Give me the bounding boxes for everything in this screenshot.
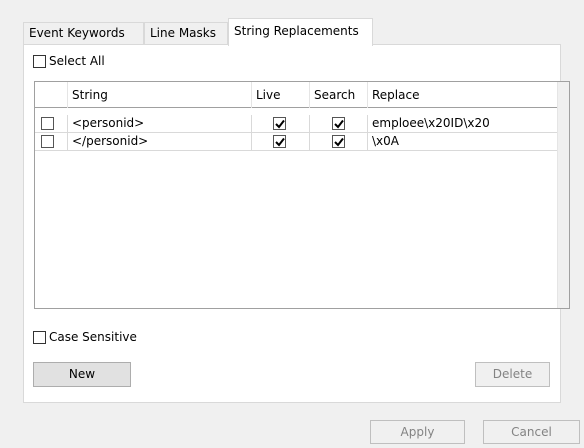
tab-line-masks[interactable]: Line Masks: [144, 22, 228, 44]
tab-event-keywords[interactable]: Event Keywords: [23, 22, 144, 44]
tab-string-replacements-label: String Replacements: [234, 24, 359, 38]
case-sensitive-checkbox[interactable]: [33, 331, 46, 344]
search-checkbox[interactable]: [332, 117, 345, 130]
tab-line-masks-label: Line Masks: [150, 26, 216, 40]
column-header-replace[interactable]: Replace: [368, 82, 557, 108]
column-header-search[interactable]: Search: [310, 82, 368, 108]
string-cell[interactable]: </personid>: [68, 133, 252, 150]
column-header-select: [35, 82, 68, 108]
string-replacements-grid[interactable]: String Live Search Replace <personid> em…: [34, 81, 570, 309]
select-all-label: Select All: [49, 54, 105, 68]
search-checkbox[interactable]: [332, 135, 345, 148]
row-select-checkbox[interactable]: [41, 117, 54, 130]
replace-cell[interactable]: emploee\x20ID\x20: [368, 115, 557, 132]
column-header-live[interactable]: Live: [252, 82, 310, 108]
grid-header: String Live Search Replace: [35, 82, 557, 108]
live-checkbox[interactable]: [273, 135, 286, 148]
live-cell: [252, 115, 310, 132]
delete-button[interactable]: Delete: [475, 362, 550, 387]
cancel-button[interactable]: Cancel: [483, 420, 580, 444]
checkmark-icon: [334, 137, 344, 147]
checkmark-icon: [275, 137, 285, 147]
row-select-cell: [35, 115, 68, 132]
grid-vertical-scrollbar[interactable]: [557, 82, 569, 308]
live-cell: [252, 133, 310, 150]
tab-string-replacements[interactable]: String Replacements: [228, 18, 373, 46]
row-select-checkbox[interactable]: [41, 135, 54, 148]
search-cell: [310, 133, 368, 150]
new-button[interactable]: New: [33, 362, 131, 387]
checkmark-icon: [334, 119, 344, 129]
string-cell[interactable]: <personid>: [68, 115, 252, 132]
case-sensitive-label: Case Sensitive: [49, 330, 137, 344]
tab-event-keywords-label: Event Keywords: [29, 26, 125, 40]
live-checkbox[interactable]: [273, 117, 286, 130]
table-row[interactable]: </personid> \x0A: [35, 133, 557, 151]
search-cell: [310, 115, 368, 132]
checkmark-icon: [275, 119, 285, 129]
select-all-checkbox[interactable]: [33, 55, 46, 68]
apply-button[interactable]: Apply: [370, 420, 465, 444]
row-select-cell: [35, 133, 68, 150]
replace-cell[interactable]: \x0A: [368, 133, 557, 150]
column-header-string[interactable]: String: [68, 82, 252, 108]
table-row[interactable]: <personid> emploee\x20ID\x20: [35, 115, 557, 133]
